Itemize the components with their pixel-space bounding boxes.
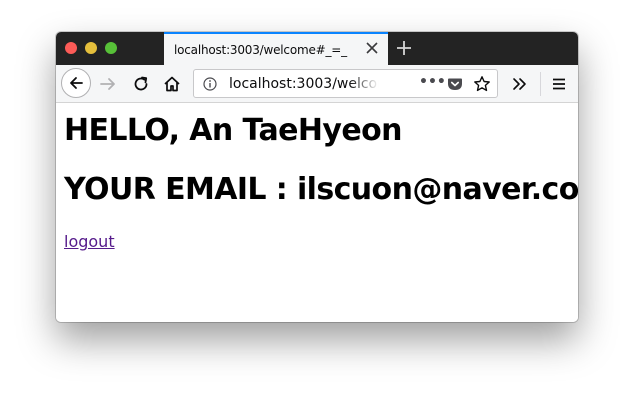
email-heading: YOUR EMAIL : ilscuon@naver.com: [64, 172, 578, 207]
window-minimize-button[interactable]: [85, 42, 97, 54]
title-bar: localhost:3003/welcome#_=_: [56, 32, 578, 65]
browser-window: localhost:3003/welcome#_=_ localhost:300…: [56, 32, 578, 322]
tab-active[interactable]: localhost:3003/welcome#_=_: [164, 32, 388, 65]
url-bar[interactable]: localhost:3003/welcome •••: [193, 69, 498, 98]
pocket-icon[interactable]: [447, 76, 463, 92]
navigation-toolbar: localhost:3003/welcome •••: [56, 65, 578, 103]
window-maximize-button[interactable]: [105, 42, 117, 54]
reload-icon[interactable]: [132, 75, 150, 93]
url-text[interactable]: localhost:3003/welcome: [229, 76, 379, 92]
logout-link[interactable]: logout: [64, 232, 115, 251]
page-actions-icon[interactable]: •••: [419, 74, 446, 90]
back-button[interactable]: [61, 68, 91, 98]
forward-arrow-icon[interactable]: [99, 75, 117, 93]
greeting-heading: HELLO, An TaeHyeon: [64, 113, 402, 148]
page-content: HELLO, An TaeHyeon YOUR EMAIL : ilscuon@…: [56, 103, 578, 322]
star-icon[interactable]: [473, 75, 491, 93]
toolbar-separator: [540, 72, 541, 96]
close-icon[interactable]: [365, 41, 379, 55]
back-arrow-icon: [70, 77, 83, 89]
info-icon[interactable]: [203, 77, 217, 91]
home-icon[interactable]: [163, 75, 181, 93]
hamburger-menu-icon[interactable]: [550, 75, 568, 93]
tab-title: localhost:3003/welcome#_=_: [174, 43, 347, 57]
window-close-button[interactable]: [65, 42, 77, 54]
overflow-chevrons-icon[interactable]: [511, 75, 529, 93]
plus-icon[interactable]: [394, 38, 414, 58]
